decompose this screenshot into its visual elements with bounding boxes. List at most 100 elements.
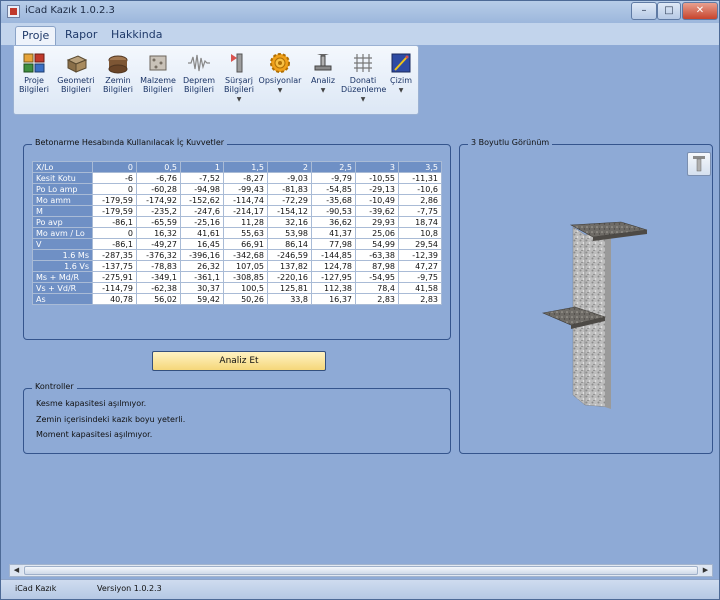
table-cell[interactable]: 16,37 (311, 293, 356, 305)
table-cell[interactable]: 107,05 (223, 260, 268, 272)
view-reset-button[interactable] (687, 152, 711, 176)
table-cell[interactable]: 16,45 (180, 238, 224, 250)
table-cell[interactable]: -65,59 (136, 216, 181, 228)
table-cell[interactable]: -10,6 (398, 183, 442, 195)
tab-proje[interactable]: Proje (15, 26, 57, 45)
table-cell[interactable]: 0 (92, 183, 137, 195)
maximize-button[interactable]: □ (657, 2, 681, 20)
table-cell[interactable]: -127,95 (311, 271, 356, 283)
table-cell[interactable]: 0 (92, 227, 137, 239)
table-cell[interactable]: 40,78 (92, 293, 137, 305)
table-cell[interactable]: 66,91 (223, 238, 268, 250)
table-cell[interactable]: -72,29 (267, 194, 312, 206)
table-cell[interactable]: -54,85 (311, 183, 356, 195)
table-cell[interactable]: 30,37 (180, 282, 224, 294)
table-cell[interactable]: -8,27 (223, 172, 268, 184)
zemin-bilgileri-button[interactable]: Zemin Bilgileri (98, 50, 138, 112)
table-cell[interactable]: 100,5 (223, 282, 268, 294)
table-cell[interactable]: 56,02 (136, 293, 181, 305)
table-cell[interactable]: 54,99 (355, 238, 399, 250)
table-cell[interactable]: -7,52 (180, 172, 224, 184)
close-button[interactable]: ✕ (682, 2, 718, 20)
table-cell[interactable]: -114,74 (223, 194, 268, 206)
table-cell[interactable]: -90,53 (311, 205, 356, 217)
table-cell[interactable]: -361,1 (180, 271, 224, 283)
table-cell[interactable]: -81,83 (267, 183, 312, 195)
table-cell[interactable]: 59,42 (180, 293, 224, 305)
table-cell[interactable]: 18,74 (398, 216, 442, 228)
scroll-left-icon[interactable]: ◀ (10, 565, 23, 576)
table-cell[interactable]: -247,6 (180, 205, 224, 217)
table-cell[interactable]: -10,49 (355, 194, 399, 206)
table-cell[interactable]: 47,27 (398, 260, 442, 272)
table-cell[interactable]: 36,62 (311, 216, 356, 228)
table-cell[interactable]: -39,62 (355, 205, 399, 217)
table-cell[interactable]: -235,2 (136, 205, 181, 217)
table-cell[interactable]: 53,98 (267, 227, 312, 239)
table-cell[interactable]: -179,59 (92, 205, 137, 217)
opsiyonlar-button[interactable]: Opsiyonlar ▼ (258, 50, 302, 112)
table-cell[interactable]: 78,4 (355, 282, 399, 294)
analyze-button[interactable]: Analiz Et (152, 351, 326, 371)
table-cell[interactable]: -308,85 (223, 271, 268, 283)
table-cell[interactable]: 11,28 (223, 216, 268, 228)
table-cell[interactable]: -114,79 (92, 282, 137, 294)
table-cell[interactable]: -86,1 (92, 216, 137, 228)
table-cell[interactable]: -6,76 (136, 172, 181, 184)
geometri-bilgileri-button[interactable]: Geometri Bilgileri (56, 50, 96, 112)
table-cell[interactable]: -35,68 (311, 194, 356, 206)
table-cell[interactable]: -25,16 (180, 216, 224, 228)
cizim-button[interactable]: Çizim ▼ (384, 50, 418, 112)
table-cell[interactable]: 41,37 (311, 227, 356, 239)
table-cell[interactable]: -214,17 (223, 205, 268, 217)
table-cell[interactable]: 87,98 (355, 260, 399, 272)
table-cell[interactable]: -49,27 (136, 238, 181, 250)
minimize-button[interactable]: – (631, 2, 657, 20)
tab-hakkinda[interactable]: Hakkinda (105, 26, 169, 45)
table-cell[interactable]: -179,59 (92, 194, 137, 206)
table-cell[interactable]: -7,75 (398, 205, 442, 217)
table-cell[interactable]: 125,81 (267, 282, 312, 294)
table-cell[interactable]: -376,32 (136, 249, 181, 261)
table-cell[interactable]: -154,12 (267, 205, 312, 217)
table-cell[interactable]: -99,43 (223, 183, 268, 195)
table-cell[interactable]: -174,92 (136, 194, 181, 206)
table-cell[interactable]: -94,98 (180, 183, 224, 195)
table-cell[interactable]: -6 (92, 172, 137, 184)
scroll-thumb[interactable] (24, 566, 698, 575)
table-cell[interactable]: 16,32 (136, 227, 181, 239)
table-cell[interactable]: 77,98 (311, 238, 356, 250)
table-cell[interactable]: -11,31 (398, 172, 442, 184)
table-cell[interactable]: 29,93 (355, 216, 399, 228)
table-cell[interactable]: 26,32 (180, 260, 224, 272)
table-cell[interactable]: -152,62 (180, 194, 224, 206)
scroll-right-icon[interactable]: ▶ (699, 565, 712, 576)
table-cell[interactable]: 41,58 (398, 282, 442, 294)
deprem-bilgileri-button[interactable]: Deprem Bilgileri (179, 50, 219, 112)
table-cell[interactable]: -86,1 (92, 238, 137, 250)
table-cell[interactable]: 137,82 (267, 260, 312, 272)
table-cell[interactable]: 2,83 (355, 293, 399, 305)
table-cell[interactable]: -144,85 (311, 249, 356, 261)
table-cell[interactable]: 55,63 (223, 227, 268, 239)
table-cell[interactable]: 50,26 (223, 293, 268, 305)
table-cell[interactable]: -10,55 (355, 172, 399, 184)
table-cell[interactable]: -9,79 (311, 172, 356, 184)
table-cell[interactable]: -29,13 (355, 183, 399, 195)
table-cell[interactable]: 124,78 (311, 260, 356, 272)
malzeme-bilgileri-button[interactable]: Malzeme Bilgileri (138, 50, 178, 112)
table-cell[interactable]: 32,16 (267, 216, 312, 228)
table-cell[interactable]: 2,83 (398, 293, 442, 305)
table-cell[interactable]: -342,68 (223, 249, 268, 261)
table-cell[interactable]: -137,75 (92, 260, 137, 272)
table-cell[interactable]: -220,16 (267, 271, 312, 283)
donati-duzenleme-button[interactable]: Donati Düzenleme ▼ (341, 50, 386, 112)
table-cell[interactable]: -78,83 (136, 260, 181, 272)
table-cell[interactable]: -396,16 (180, 249, 224, 261)
table-cell[interactable]: -54,95 (355, 271, 399, 283)
table-cell[interactable]: 29,54 (398, 238, 442, 250)
table-cell[interactable]: -63,38 (355, 249, 399, 261)
table-cell[interactable]: 10,8 (398, 227, 442, 239)
table-cell[interactable]: -287,35 (92, 249, 137, 261)
sursarj-bilgileri-button[interactable]: Sürşarj Bilgileri ▼ (219, 50, 259, 112)
